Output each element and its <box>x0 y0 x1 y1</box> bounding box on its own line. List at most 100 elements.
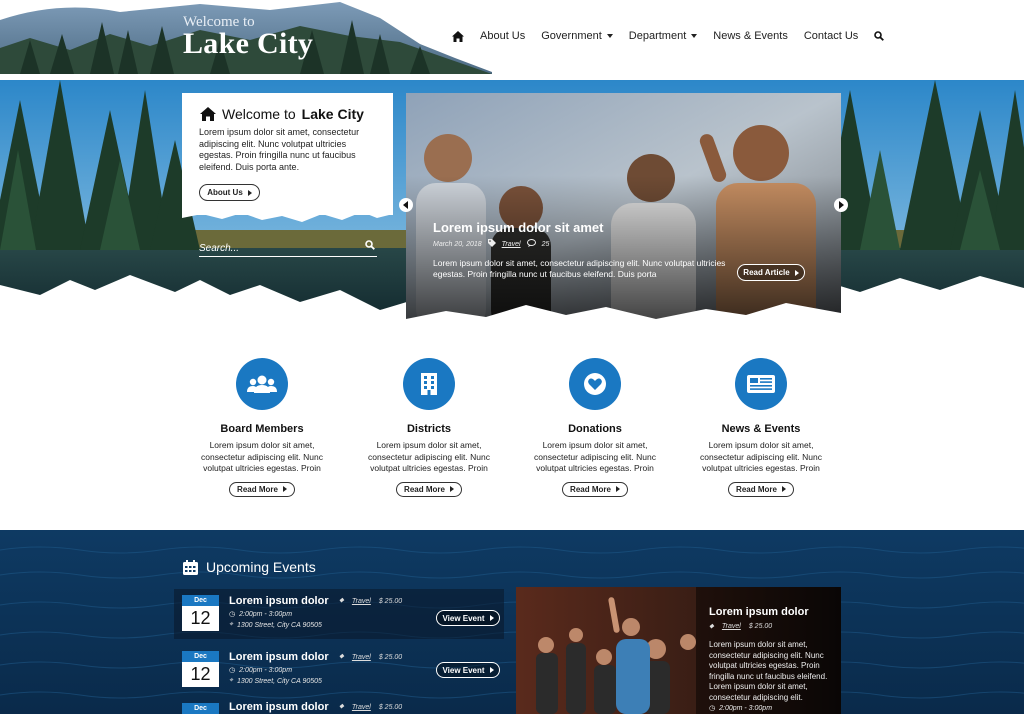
news-slider[interactable] <box>406 93 841 329</box>
event-category-link[interactable]: Travel <box>352 654 371 661</box>
event-price: $ 25.00 <box>378 653 403 661</box>
slide-text: Lorem ipsum dolor sit amet, consectetur … <box>433 258 726 279</box>
nav-label: News & Events <box>713 30 788 42</box>
heart-icon[interactable] <box>569 358 621 410</box>
chevron-right-icon <box>839 201 844 209</box>
event-title[interactable]: Lorem ipsum dolor <box>229 595 329 607</box>
comment-icon <box>526 239 536 249</box>
view-event-button[interactable]: View Event <box>436 662 500 678</box>
feature-text: Lorem ipsum dolor sit amet, consectetur … <box>700 440 822 473</box>
caret-right-icon <box>282 486 287 492</box>
slide-meta: March 20, 2018 Travel 25 <box>433 239 549 249</box>
event-time: 2:00pm - 3:00pm <box>239 666 293 674</box>
event-time: 2:00pm - 3:00pm <box>239 610 293 618</box>
caret-right-icon <box>449 486 454 492</box>
read-more-label: Read More <box>736 484 777 494</box>
view-event-button[interactable]: View Event <box>436 610 500 626</box>
event-title[interactable]: Lorem ipsum dolor <box>229 701 329 713</box>
main-nav: About Us Government Department News & Ev… <box>452 28 900 44</box>
caret-right-icon <box>781 486 786 492</box>
event-item[interactable]: Dec Lorem ipsum dolor ⬥ Travel $ 25.00 <box>174 697 504 714</box>
event-time-row: ◷ 2:00pm - 3:00pm <box>229 610 293 619</box>
read-more-label: Read More <box>404 484 445 494</box>
read-more-button[interactable]: Read More <box>728 481 794 497</box>
feature-donations: Donations Lorem ipsum dolor sit amet, co… <box>520 358 670 497</box>
event-time-row: ◷ 2:00pm - 3:00pm <box>229 666 293 675</box>
logo-site-name: Lake City <box>183 27 314 60</box>
event-category-link[interactable]: Travel <box>352 598 371 605</box>
caret-right-icon <box>489 615 494 621</box>
event-price: $ 25.00 <box>378 597 403 605</box>
caret-down-icon <box>606 34 613 38</box>
slide-category-link[interactable]: Travel <box>502 241 521 248</box>
event-title[interactable]: Lorem ipsum dolor <box>229 651 329 663</box>
feature-text: Lorem ipsum dolor sit amet, consectetur … <box>201 440 323 473</box>
map-marker-icon: ⌖ <box>229 621 233 628</box>
about-us-button[interactable]: About Us <box>199 184 260 201</box>
search-icon[interactable] <box>365 240 375 250</box>
event-item[interactable]: Dec 12 Lorem ipsum dolor ⬥ Travel $ 25.0… <box>174 589 504 639</box>
welcome-title-bold: Lake City <box>301 106 364 122</box>
home-icon <box>200 107 216 121</box>
search-field[interactable] <box>199 238 377 257</box>
event-item[interactable]: Dec 12 Lorem ipsum dolor ⬥ Travel $ 25.0… <box>174 645 504 695</box>
users-icon[interactable] <box>236 358 288 410</box>
clock-icon: ◷ <box>229 611 236 618</box>
read-more-button[interactable]: Read More <box>562 481 628 497</box>
nav-label: About Us <box>480 30 526 42</box>
featured-event-tags: ⬥ Travel $ 25.00 <box>709 623 772 631</box>
search-icon[interactable] <box>874 31 885 41</box>
building-icon[interactable] <box>403 358 455 410</box>
slider-next-button[interactable] <box>834 198 848 212</box>
water-background <box>0 530 1024 714</box>
feature-title: News & Events <box>721 423 801 435</box>
slide-image-friends <box>406 93 841 329</box>
event-month: Dec <box>182 703 219 714</box>
nav-department[interactable]: Department <box>628 30 698 42</box>
event-address-row: ⌖ 1300 Street, City CA 90505 <box>229 677 322 685</box>
site-header: Welcome to Lake City About Us Government… <box>0 0 1024 80</box>
event-address-row: ⌖ 1300 Street, City CA 90505 <box>229 621 322 629</box>
event-address: 1300 Street, City CA 90505 <box>236 677 322 685</box>
tag-icon: ⬥ <box>339 703 344 710</box>
featured-category-link[interactable]: Travel <box>722 623 741 631</box>
welcome-card-text: Lorem ipsum dolor sit amet, consectetur … <box>199 127 360 172</box>
slide-title[interactable]: Lorem ipsum dolor sit amet <box>433 220 603 235</box>
home-icon[interactable] <box>452 30 464 42</box>
clock-icon: ◷ <box>709 705 716 712</box>
read-more-button[interactable]: Read More <box>396 481 462 497</box>
feature-board-members: Board Members Lorem ipsum dolor sit amet… <box>187 358 337 497</box>
caret-right-icon <box>247 189 252 196</box>
date-badge: Dec 12 <box>182 595 219 631</box>
view-event-label: View Event <box>442 613 485 623</box>
nav-label: Contact Us <box>803 30 859 42</box>
nav-news-events[interactable]: News & Events <box>713 30 788 42</box>
caret-right-icon <box>489 667 494 673</box>
read-more-label: Read More <box>237 484 278 494</box>
featured-event-title[interactable]: Lorem ipsum dolor <box>709 606 809 618</box>
featured-event-time: 2:00pm - 3:00pm <box>719 704 773 712</box>
feature-text: Lorem ipsum dolor sit amet, consectetur … <box>368 440 490 473</box>
newspaper-icon[interactable] <box>735 358 787 410</box>
event-tags: ⬥ Travel $ 25.00 <box>339 597 402 605</box>
event-price: $ 25.00 <box>378 703 403 711</box>
tag-icon: ⬥ <box>339 653 344 660</box>
read-more-button[interactable]: Read More <box>229 481 295 497</box>
event-category-link[interactable]: Travel <box>352 704 371 711</box>
logo[interactable]: Welcome to Lake City <box>0 0 492 74</box>
events-title: Upcoming Events <box>206 559 316 575</box>
event-tags: ⬥ Travel $ 25.00 <box>339 703 402 711</box>
hero-section <box>0 80 1024 338</box>
nav-contact-us[interactable]: Contact Us <box>804 30 858 42</box>
read-article-label: Read Article <box>743 268 790 277</box>
slider-prev-button[interactable] <box>399 198 413 212</box>
chevron-left-icon <box>403 201 408 209</box>
nav-government[interactable]: Government <box>541 30 613 42</box>
search-input[interactable] <box>199 243 359 254</box>
nav-about-us[interactable]: About Us <box>480 30 525 42</box>
featured-event-text: Lorem ipsum dolor sit amet, consectetur … <box>709 640 828 702</box>
event-address: 1300 Street, City CA 90505 <box>236 621 322 629</box>
caret-down-icon <box>691 34 698 38</box>
read-article-button[interactable]: Read Article <box>737 264 805 281</box>
nav-label: Department <box>628 30 687 42</box>
